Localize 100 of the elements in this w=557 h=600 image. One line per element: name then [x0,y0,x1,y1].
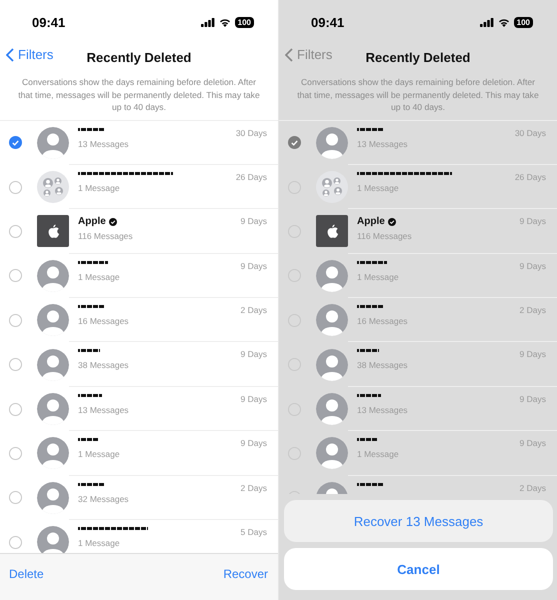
message-count: 38 Messages [78,360,129,370]
days-remaining: 9 Days [240,349,267,362]
message-count: 13 Messages [357,404,408,415]
person-avatar-icon [37,260,69,292]
conversation-row[interactable]: 32 Messages 2 Days [0,476,278,520]
select-checkbox[interactable] [9,402,22,416]
days-remaining: 9 Days [520,349,546,362]
status-time: 09:41 [32,14,66,30]
person-avatar-icon [37,348,69,381]
contact-name: Apple [78,216,133,228]
select-checkbox[interactable] [9,358,22,372]
person-avatar-icon [316,260,348,292]
delete-button[interactable]: Delete [9,567,44,581]
select-checkbox[interactable] [9,446,22,460]
select-checkbox[interactable] [9,180,22,194]
conversation-row[interactable]: 13 Messages 30 Days [279,120,557,165]
signal-icon [200,18,215,26]
screen-title: Recently Deleted [86,50,192,64]
days-remaining: 2 Days [520,482,546,494]
info-note: Conversations show the days remaining before deletion. After that time, messages will be permanently deleted. This may take up to 40 days. [296,76,540,114]
conversation-row[interactable]: 38 Messages 9 Days [279,342,557,387]
conversation-row[interactable]: 13 Messages 30 Days [0,120,278,165]
message-count: 13 Messages [78,138,129,148]
back-button[interactable]: Filters [4,47,56,62]
message-count: 1 Message [78,449,120,460]
wifi-icon [218,18,231,26]
select-checkbox[interactable] [9,314,22,327]
message-count: 1 Message [78,182,121,193]
days-remaining: 9 Days [240,394,267,406]
select-checkbox[interactable] [9,269,22,282]
cancel-button[interactable]: Cancel [284,548,553,590]
message-count: 1 Message [78,538,121,548]
message-count: 13 Messages [78,404,129,415]
conversation-row[interactable]: 13 Messages 9 Days [279,386,557,432]
screen-title: Recently Deleted [366,50,470,64]
person-avatar-icon [37,304,69,336]
select-checkbox[interactable] [9,491,22,504]
wifi-icon [498,18,510,26]
battery-level: 100 [234,16,254,28]
conversation-row[interactable]: 1 Message 26 Days [279,164,557,210]
conversation-row[interactable]: 13 Messages 9 Days [0,386,278,432]
person-avatar-icon [37,482,69,514]
conversation-row[interactable]: Apple 116 Messages 9 Days [0,209,278,254]
recover-button[interactable]: Recover [223,567,268,581]
message-count: 1 Message [78,272,120,282]
select-checkbox[interactable] [9,536,22,549]
recover-messages-button[interactable]: Recover 13 Messages [284,500,553,542]
person-avatar-icon [37,126,69,159]
person-avatar-icon [316,126,348,159]
conversation-row[interactable]: 1 Message 9 Days [0,254,278,298]
signal-icon [480,18,494,26]
message-count: 16 Messages [78,316,129,326]
select-checkbox[interactable] [9,136,22,150]
person-avatar-icon [37,437,69,470]
checkmark-icon [291,140,298,146]
days-remaining: 9 Days [520,438,546,450]
conversation-row[interactable]: 1 Message 9 Days [0,431,278,476]
conversation-row[interactable]: 1 Message 26 Days [0,164,278,210]
message-count: 1 Message [357,449,399,460]
message-count: 1 Message [357,272,399,282]
person-avatar-icon [316,393,348,426]
checkmark-icon [12,140,19,146]
back-chevron-icon [285,48,293,62]
message-count: 13 Messages [357,138,408,148]
info-note: Conversations show the days remaining before deletion. After that time, messages will be permanently deleted. This may take up to 40 days. [17,76,261,114]
battery-level: 100 [514,16,533,28]
apple-logo-icon [37,215,69,248]
message-count: 116 Messages [357,231,412,242]
person-avatar-icon [316,348,348,381]
days-remaining: 9 Days [240,438,267,450]
conversation-row[interactable]: 38 Messages 9 Days [0,342,278,387]
apple-logo-icon [316,215,348,248]
conversation-row[interactable]: 1 Message 9 Days [279,431,557,476]
message-count: 116 Messages [78,231,133,242]
contact-name: Apple [357,216,412,228]
conversation-row[interactable]: 1 Message 9 Days [279,254,557,298]
message-count: 32 Messages [78,494,129,504]
back-button[interactable]: Filters [283,47,334,62]
status-time: 09:41 [311,14,344,30]
days-remaining: 30 Days [514,128,546,140]
select-checkbox[interactable] [288,136,301,150]
days-remaining: 9 Days [520,216,546,228]
select-checkbox[interactable] [9,224,22,238]
days-remaining: 5 Days [240,527,267,540]
message-count: 16 Messages [357,316,408,326]
person-avatar-icon [316,304,348,336]
conversation-row[interactable]: 16 Messages 2 Days [0,298,278,342]
message-count: 1 Message [357,182,400,193]
days-remaining: 9 Days [520,260,546,273]
back-chevron-icon [6,48,14,62]
conversation-row[interactable]: Apple 116 Messages 9 Days [279,209,557,254]
days-remaining: 9 Days [240,260,267,273]
days-remaining: 9 Days [520,394,546,406]
person-avatar-icon [316,437,348,470]
days-remaining: 26 Days [514,172,546,184]
days-remaining: 30 Days [236,128,267,140]
group-avatar-icon [316,171,348,204]
group-avatar-icon [37,171,69,204]
conversation-row[interactable]: 16 Messages 2 Days [279,298,557,342]
days-remaining: 2 Days [520,305,546,318]
